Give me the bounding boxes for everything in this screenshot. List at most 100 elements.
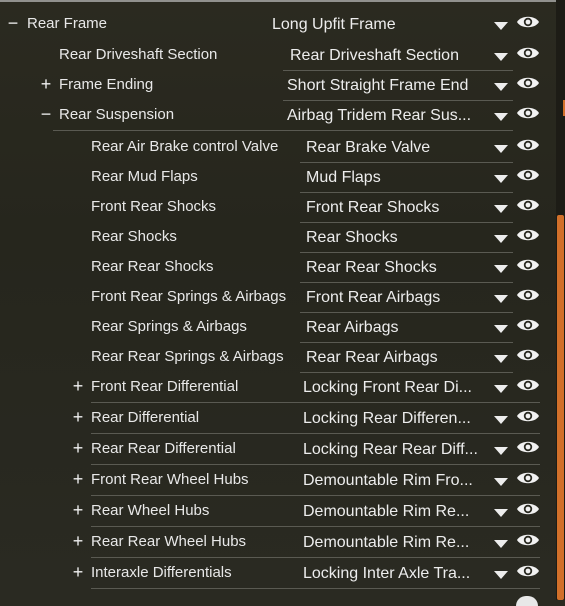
tree-row-rear-suspension[interactable]: − Rear Suspension Airbag Tridem Rear Sus..…	[0, 101, 556, 131]
caret-down-icon[interactable]	[494, 113, 508, 121]
eye-icon[interactable]	[516, 104, 540, 122]
part-selection-dropdown[interactable]: Locking Inter Axle Tra...	[303, 565, 485, 583]
caret-down-icon[interactable]	[494, 355, 508, 363]
caret-down-icon[interactable]	[494, 540, 508, 548]
eye-icon[interactable]	[516, 196, 540, 214]
caret-down-icon[interactable]	[494, 416, 508, 424]
eye-icon[interactable]	[516, 531, 540, 549]
tree-row-rear-springs-airbags[interactable]: Rear Springs & Airbags Rear Airbags	[0, 313, 556, 343]
tree-row-front-rear-shocks[interactable]: Front Rear Shocks Front Rear Shocks	[0, 193, 556, 223]
tree-row-rear-rear-springs-airbags[interactable]: Rear Rear Springs & Airbags Rear Rear Air…	[0, 343, 556, 373]
tree-row-rear-driveshaft-section[interactable]: Rear Driveshaft Section Rear Driveshaft S…	[0, 41, 556, 71]
tree-row-front-rear-springs-airbags[interactable]: Front Rear Springs & Airbags Front Rear A…	[0, 283, 556, 313]
tree-row-interaxle-differentials[interactable]: + Interaxle Differentials Locking Inter Ax…	[0, 559, 556, 589]
tree-row-rear-rear-wheel-hubs[interactable]: + Rear Rear Wheel Hubs Demountable Rim Re.…	[0, 528, 556, 558]
caret-down-icon[interactable]	[494, 478, 508, 486]
eye-icon[interactable]	[516, 136, 540, 154]
part-selection-dropdown[interactable]: Short Straight Frame End	[287, 77, 487, 95]
tree-row-rear-differential[interactable]: + Rear Differential Locking Rear Differen.…	[0, 404, 556, 434]
part-label: Rear Air Brake control Valve	[91, 138, 279, 155]
part-selection-dropdown[interactable]: Rear Rear Airbags	[306, 349, 486, 367]
eye-icon[interactable]	[516, 316, 540, 334]
eye-icon[interactable]	[516, 438, 540, 456]
part-selection-dropdown[interactable]: Rear Driveshaft Section	[290, 47, 490, 65]
eye-icon[interactable]	[516, 562, 540, 580]
expand-icon[interactable]: +	[71, 439, 85, 457]
eye-icon[interactable]	[516, 407, 540, 425]
caret-down-icon[interactable]	[494, 145, 508, 153]
eye-icon[interactable]	[516, 13, 540, 31]
part-selection-dropdown[interactable]: Demountable Rim Re...	[303, 503, 485, 521]
part-selection-dropdown[interactable]: Locking Rear Rear Diff...	[303, 441, 485, 459]
part-label: Rear Springs & Airbags	[91, 318, 247, 335]
eye-icon[interactable]	[516, 376, 540, 394]
tree-row-rear-rear-differential[interactable]: + Rear Rear Differential Locking Rear Rear…	[0, 435, 556, 465]
part-selection-dropdown[interactable]: Locking Front Rear Di...	[303, 379, 485, 397]
part-label: Front Rear Wheel Hubs	[91, 471, 249, 488]
scrollbar-thumb[interactable]	[557, 215, 564, 600]
part-label: Rear Driveshaft Section	[59, 46, 218, 63]
eye-icon[interactable]	[516, 500, 540, 518]
expand-icon[interactable]: +	[71, 470, 85, 488]
part-selection-dropdown[interactable]: Rear Airbags	[306, 319, 486, 337]
caret-down-icon[interactable]	[494, 295, 508, 303]
tree-row-front-rear-differential[interactable]: + Front Rear Differential Locking Front Re…	[0, 373, 556, 403]
part-selection-dropdown[interactable]: Front Rear Airbags	[306, 289, 486, 307]
caret-down-icon[interactable]	[494, 175, 508, 183]
tree-row-rear-frame[interactable]: − Rear Frame Long Upfit Frame	[0, 10, 556, 40]
expand-icon[interactable]: +	[71, 563, 85, 581]
row-separator	[91, 588, 540, 589]
caret-down-icon[interactable]	[494, 509, 508, 517]
eye-icon[interactable]	[516, 44, 540, 62]
caret-down-icon[interactable]	[494, 325, 508, 333]
tree-row-rear-rear-shocks[interactable]: Rear Rear Shocks Rear Rear Shocks	[0, 253, 556, 283]
tree-row-rear-mud-flaps[interactable]: Rear Mud Flaps Mud Flaps	[0, 163, 556, 193]
caret-down-icon[interactable]	[494, 265, 508, 273]
row-separator	[91, 464, 540, 465]
part-selection-dropdown[interactable]: Front Rear Shocks	[306, 199, 486, 217]
caret-down-icon[interactable]	[494, 22, 508, 30]
eye-icon[interactable]	[516, 74, 540, 92]
caret-down-icon[interactable]	[494, 385, 508, 393]
part-selection-dropdown[interactable]: Locking Rear Differen...	[303, 410, 485, 428]
eye-icon[interactable]	[516, 469, 540, 487]
expand-icon[interactable]: +	[39, 75, 53, 93]
part-label: Rear Rear Shocks	[91, 258, 214, 275]
part-selection-dropdown[interactable]: Mud Flaps	[306, 169, 486, 187]
part-selection-dropdown[interactable]: Demountable Rim Fro...	[303, 472, 485, 490]
part-selection-dropdown[interactable]: Rear Rear Shocks	[306, 259, 486, 277]
expand-icon[interactable]: +	[71, 532, 85, 550]
eye-icon[interactable]	[516, 286, 540, 304]
part-label: Front Rear Springs & Airbags	[91, 288, 287, 305]
collapse-icon[interactable]: −	[6, 14, 20, 32]
part-selection-dropdown[interactable]: Airbag Tridem Rear Sus...	[287, 107, 485, 125]
next-row-peek	[0, 592, 556, 606]
eye-icon[interactable]	[516, 226, 540, 244]
row-separator	[91, 402, 540, 403]
part-label: Rear Mud Flaps	[91, 168, 198, 185]
tree-row-front-rear-wheel-hubs[interactable]: + Front Rear Wheel Hubs Demountable Rim Fr…	[0, 466, 556, 496]
collapse-icon[interactable]: −	[39, 105, 53, 123]
caret-down-icon[interactable]	[494, 53, 508, 61]
tree-row-rear-shocks[interactable]: Rear Shocks Rear Shocks	[0, 223, 556, 253]
part-label: Rear Differential	[91, 409, 200, 426]
part-selection-dropdown[interactable]: Rear Shocks	[306, 229, 486, 247]
tree-row-frame-ending[interactable]: + Frame Ending Short Straight Frame End	[0, 71, 556, 101]
part-label: Interaxle Differentials	[91, 564, 232, 581]
caret-down-icon[interactable]	[494, 235, 508, 243]
tree-row-rear-wheel-hubs[interactable]: + Rear Wheel Hubs Demountable Rim Re...	[0, 497, 556, 527]
part-selection-dropdown[interactable]: Demountable Rim Re...	[303, 534, 485, 552]
part-selection-dropdown[interactable]: Rear Brake Valve	[306, 139, 486, 157]
caret-down-icon[interactable]	[494, 83, 508, 91]
caret-down-icon[interactable]	[494, 447, 508, 455]
expand-icon[interactable]: +	[71, 377, 85, 395]
eye-icon[interactable]	[516, 166, 540, 184]
eye-icon[interactable]	[516, 256, 540, 274]
part-selection-dropdown[interactable]: Long Upfit Frame	[272, 16, 487, 34]
caret-down-icon[interactable]	[494, 571, 508, 579]
expand-icon[interactable]: +	[71, 501, 85, 519]
expand-icon[interactable]: +	[71, 408, 85, 426]
tree-row-rear-air-brake-control-valve[interactable]: Rear Air Brake control Valve Rear Brake V…	[0, 133, 556, 163]
caret-down-icon[interactable]	[494, 205, 508, 213]
eye-icon[interactable]	[516, 346, 540, 364]
